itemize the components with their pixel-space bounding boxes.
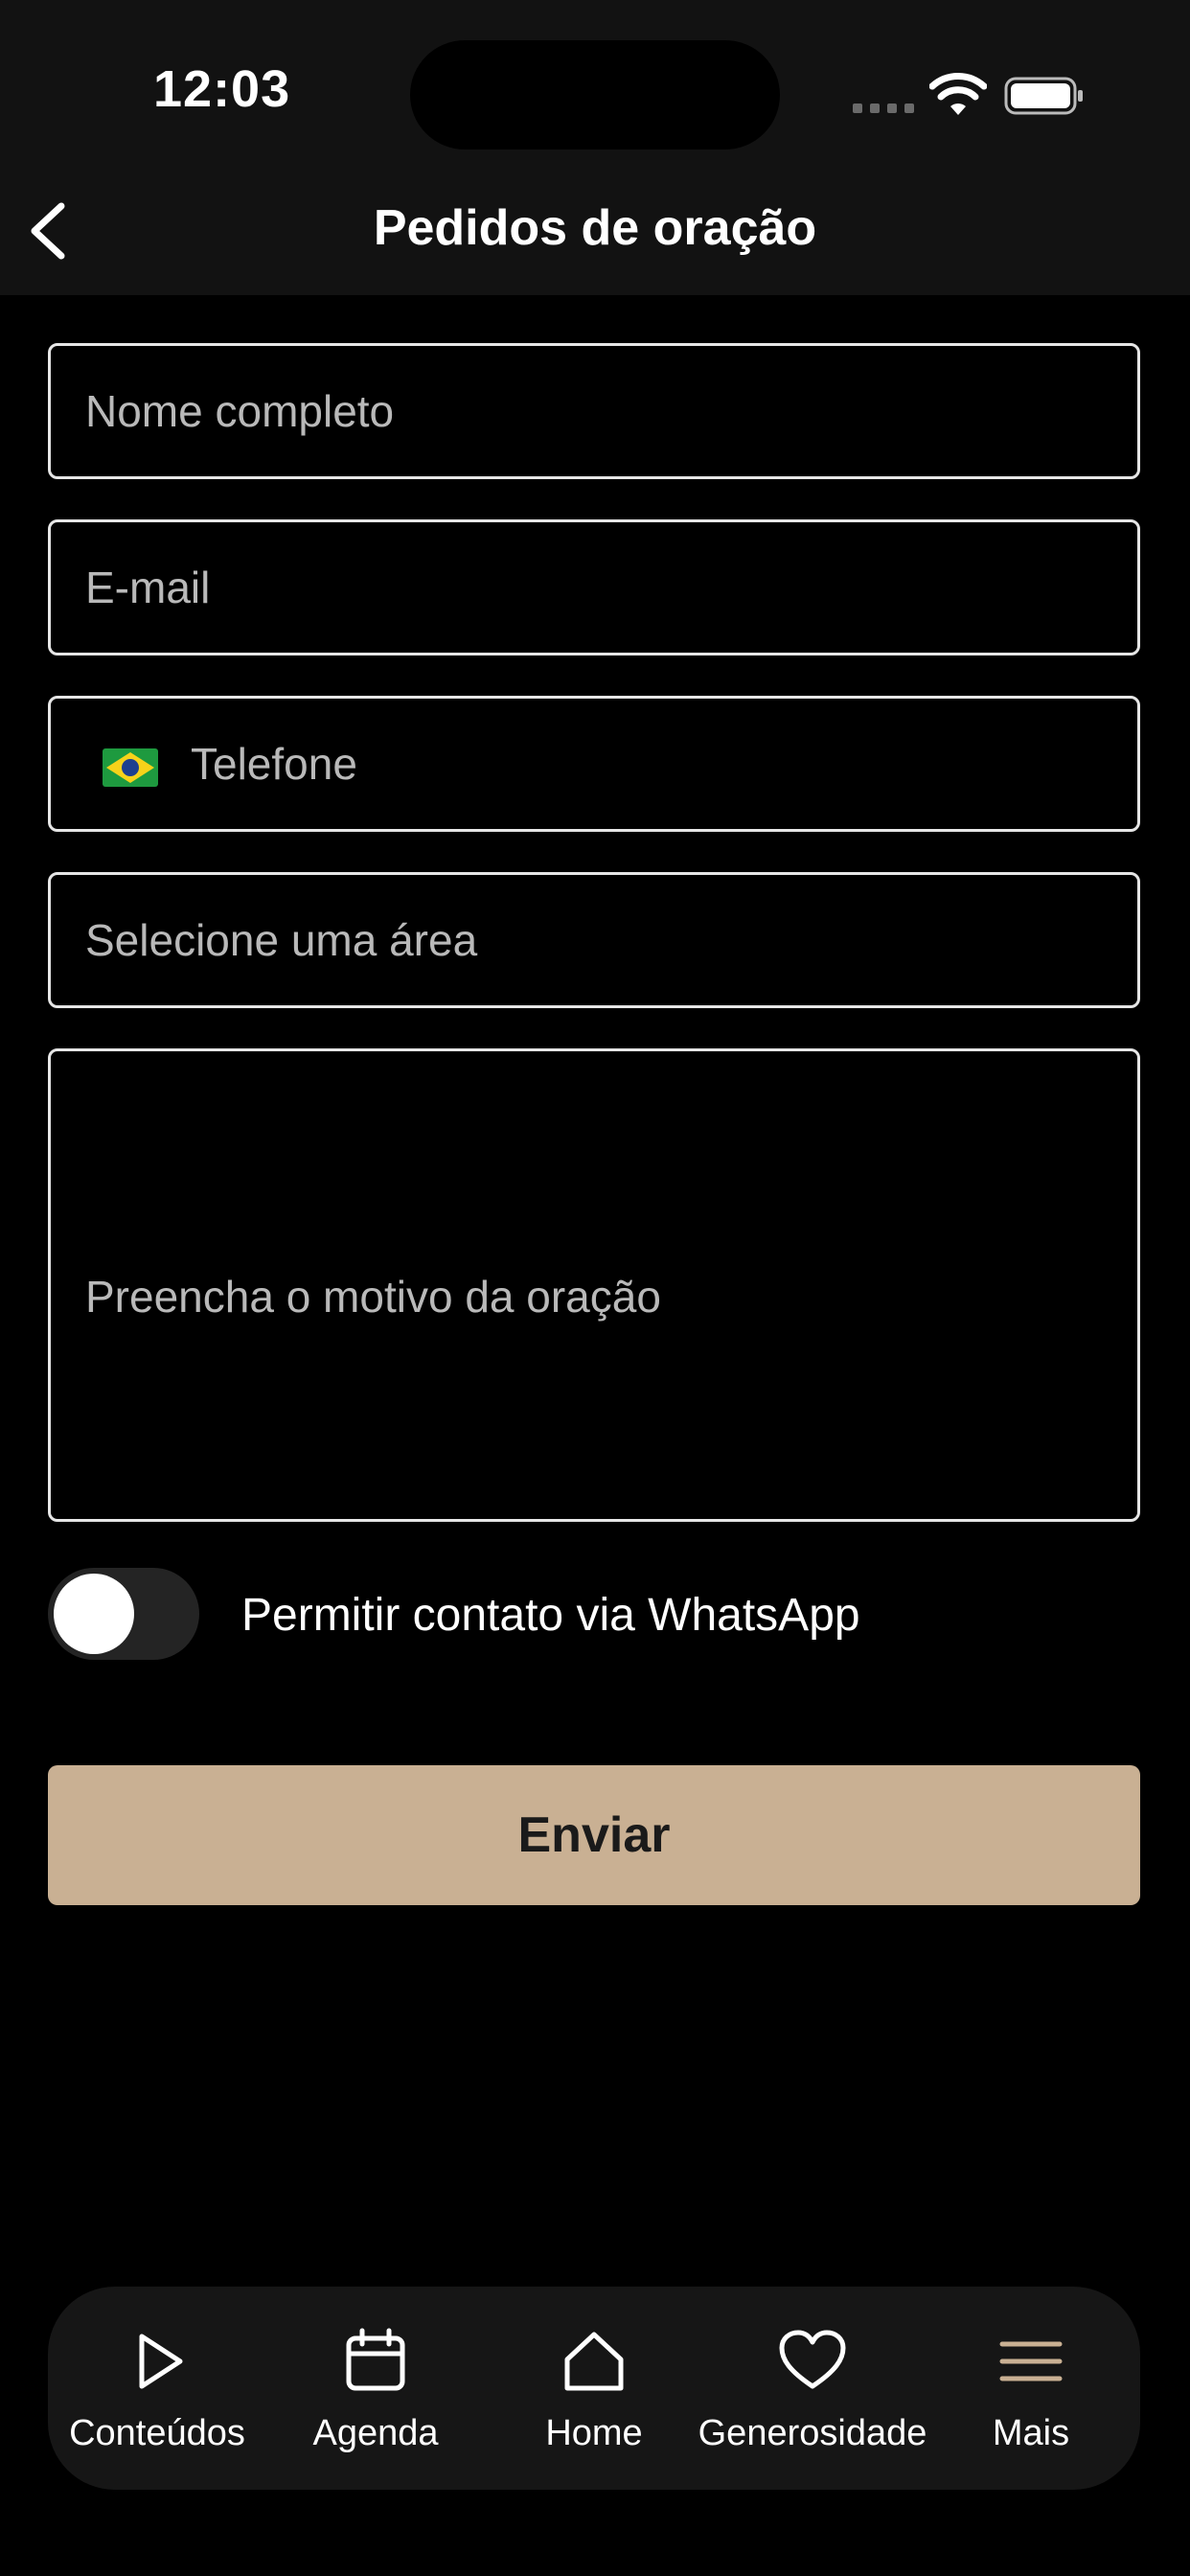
tab-home[interactable]: Home: [485, 2287, 703, 2490]
cellular-signal-icon: [853, 104, 914, 113]
tab-mais[interactable]: Mais: [922, 2287, 1140, 2490]
status-time: 12:03: [153, 60, 291, 118]
home-icon: [564, 2332, 624, 2391]
tab-label: Mais: [992, 2413, 1070, 2453]
prayer-reason-textarea[interactable]: [85, 1266, 1114, 1500]
wifi-icon: [929, 73, 987, 115]
email-input[interactable]: [85, 522, 1114, 653]
whatsapp-toggle[interactable]: [48, 1568, 199, 1660]
whatsapp-toggle-label: Permitir contato via WhatsApp: [241, 1590, 860, 1641]
prayer-reason-field[interactable]: [48, 1048, 1140, 1522]
play-icon: [139, 2334, 183, 2389]
calendar-icon: [346, 2328, 405, 2391]
phone-input[interactable]: [191, 699, 1114, 829]
brazil-flag-icon[interactable]: [103, 748, 158, 787]
full-name-field[interactable]: [48, 343, 1140, 479]
tab-agenda[interactable]: Agenda: [266, 2287, 485, 2490]
heart-icon: [779, 2330, 846, 2389]
menu-icon: [999, 2341, 1063, 2381]
tab-conteudos[interactable]: Conteúdos: [48, 2287, 266, 2490]
app-header: 12:03 Pedidos de oração: [0, 0, 1190, 295]
tab-generosidade[interactable]: Generosidade: [698, 2287, 927, 2490]
area-select[interactable]: [48, 872, 1140, 1008]
area-select-input[interactable]: [85, 875, 1114, 1005]
tab-bar: Conteúdos Agenda Home Generosidade Mais: [48, 2287, 1140, 2490]
battery-icon: [1004, 77, 1083, 115]
submit-button[interactable]: Enviar: [48, 1765, 1140, 1905]
email-field[interactable]: [48, 519, 1140, 656]
dynamic-island: [410, 40, 780, 150]
full-name-input[interactable]: [85, 346, 1114, 476]
page-title: Pedidos de oração: [373, 200, 817, 256]
phone-field[interactable]: [48, 696, 1140, 832]
toggle-knob: [54, 1574, 134, 1654]
